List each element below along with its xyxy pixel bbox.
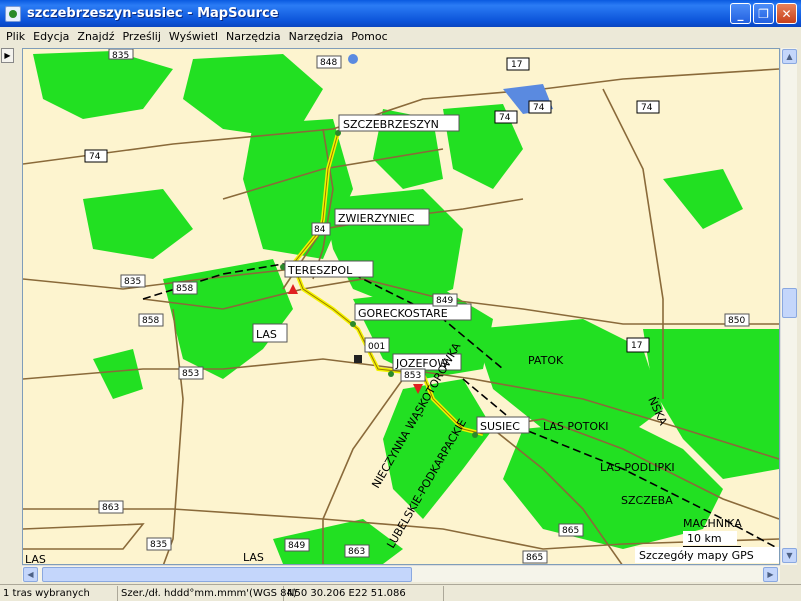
minimize-button[interactable]: _ xyxy=(730,3,751,24)
menu-narzedzia-2[interactable]: Narzędzia xyxy=(285,30,348,43)
road-865-a: 865 xyxy=(562,526,579,536)
place-las-podlipki: LAS PODLIPKI xyxy=(600,461,675,474)
place-szczebrzeszyn: SZCZEBRZESZYN xyxy=(343,118,439,131)
road-863-b: 863 xyxy=(348,547,365,557)
road-74-a: 74 xyxy=(533,103,545,113)
vertical-scroll-thumb[interactable] xyxy=(782,288,797,318)
waypoint-flag-icon[interactable] xyxy=(354,355,362,363)
place-las-2: LAS xyxy=(25,553,46,565)
place-las-potoki: LAS POTOKI xyxy=(543,420,609,433)
scroll-up-button[interactable]: ▲ xyxy=(782,49,797,64)
close-button[interactable]: ✕ xyxy=(776,3,797,24)
place-gorecko: GORECKOSTARE xyxy=(358,307,448,320)
road-74-d: 74 xyxy=(89,152,101,162)
road-865-b: 865 xyxy=(526,553,543,563)
detail-notice: Szczegóły mapy GPS xyxy=(639,549,754,562)
menu-narzedzia[interactable]: Narzędzia xyxy=(222,30,285,43)
road-849: 849 xyxy=(436,296,453,306)
road-835-bottom: 835 xyxy=(150,540,167,550)
road-863-a: 863 xyxy=(102,503,119,513)
place-szczeba: SZCZEBA xyxy=(621,494,673,507)
road-850: 850 xyxy=(728,316,745,326)
menu-edycja[interactable]: Edycja xyxy=(29,30,73,43)
scale-bar: 10 km xyxy=(683,531,741,548)
menu-wyswietl[interactable]: Wyświetl xyxy=(165,30,222,43)
status-coordinates: N50 30.206 E22 51.086 xyxy=(284,585,444,601)
scale-label: 10 km xyxy=(687,532,722,545)
scroll-right-button[interactable]: ▶ xyxy=(763,567,778,582)
status-bar: 1 tras wybranych Szer./dł. hddd°mm.mmm'(… xyxy=(0,584,801,601)
scroll-down-button[interactable]: ▼ xyxy=(782,548,797,563)
menu-przeslij[interactable]: Prześlij xyxy=(118,30,164,43)
menu-pomoc[interactable]: Pomoc xyxy=(347,30,391,43)
place-tereszpol: TERESZPOL xyxy=(287,264,353,277)
scroll-left-button[interactable]: ◀ xyxy=(23,567,38,582)
menu-bar: Plik Edycja Znajdź Prześlij Wyświetl Nar… xyxy=(0,27,801,46)
place-patok: PATOK xyxy=(528,354,564,367)
place-zwierzyniec: ZWIERZYNIEC xyxy=(338,212,415,225)
place-las-1: LAS xyxy=(256,328,277,341)
restore-button[interactable]: ❐ xyxy=(753,3,774,24)
mapsource-app-icon xyxy=(5,5,21,22)
status-format: Szer./dł. hddd°mm.mmm'(WGS 84) xyxy=(118,585,297,601)
place-susiec: SUSIEC xyxy=(480,420,520,433)
road-853-b: 853 xyxy=(404,371,421,381)
road-835-top: 835 xyxy=(112,51,129,61)
road-17-mid: 17 xyxy=(631,341,642,351)
map-canvas[interactable]: SZCZEBRZESZYN ZWIERZYNIEC TERESZPOL GORE… xyxy=(23,49,780,565)
expand-panel-arrow-icon[interactable]: ▶ xyxy=(1,48,14,63)
title-bar: szczebrzeszyn-susiec - MapSource _ ❐ ✕ xyxy=(0,0,801,27)
place-machnika: MACHNIKA xyxy=(683,517,742,530)
status-selection: 1 tras wybranych xyxy=(0,585,118,601)
horizontal-scrollbar[interactable]: ◀ ▶ xyxy=(22,565,780,582)
window-title: szczebrzeszyn-susiec - MapSource xyxy=(27,6,279,21)
vertical-scrollbar[interactable]: ▲ ▼ xyxy=(780,48,797,565)
menu-znajdz[interactable]: Znajdź xyxy=(73,30,118,43)
menu-plik[interactable]: Plik xyxy=(2,30,29,43)
horizontal-scroll-thumb[interactable] xyxy=(42,567,412,582)
road-84: 84 xyxy=(314,225,326,235)
waypoint-label: 001 xyxy=(368,342,385,352)
road-853-a: 853 xyxy=(182,369,199,379)
road-848: 848 xyxy=(320,58,337,68)
road-17-top: 17 xyxy=(511,60,522,70)
road-858-b: 858 xyxy=(142,316,159,326)
map-view[interactable]: SZCZEBRZESZYN ZWIERZYNIEC TERESZPOL GORE… xyxy=(22,48,780,565)
road-858-a: 858 xyxy=(176,284,193,294)
road-835: 835 xyxy=(124,277,141,287)
road-74-c: 74 xyxy=(641,103,653,113)
road-849-bottom: 849 xyxy=(288,541,305,551)
road-74-b: 74 xyxy=(499,113,511,123)
place-las-3: LAS xyxy=(243,551,264,564)
